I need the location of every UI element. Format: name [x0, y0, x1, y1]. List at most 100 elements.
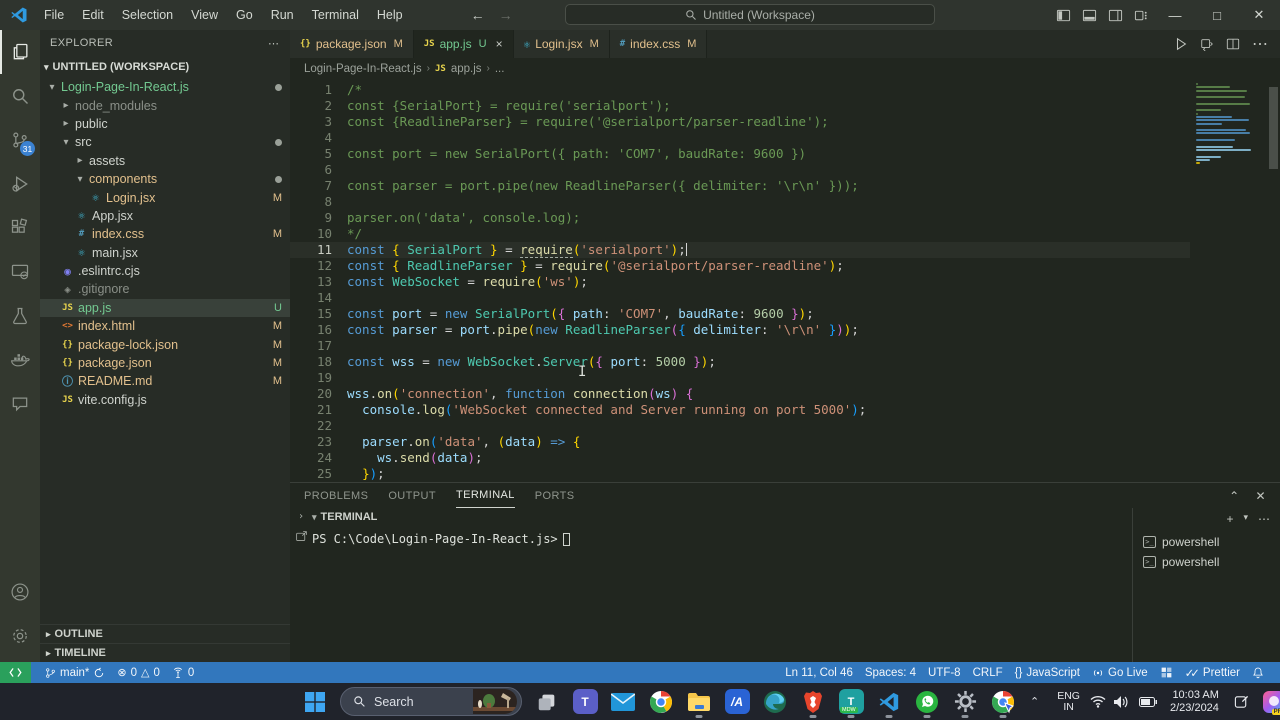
task-view-button[interactable]: [528, 685, 566, 719]
code-line-10[interactable]: 10 */: [290, 226, 1190, 242]
problems-status[interactable]: ⊗ 0 △ 0: [111, 666, 166, 680]
code-line-13[interactable]: 13 const WebSocket = require('ws');: [290, 274, 1190, 290]
tree-item-app.jsx[interactable]: ⚛ App.jsx: [40, 207, 290, 225]
browser-preview-icon[interactable]: [1154, 666, 1179, 679]
code-line-12[interactable]: 12 const { ReadlineParser } = require('@s…: [290, 258, 1190, 274]
tab-index.css[interactable]: # index.css M: [609, 30, 708, 58]
tree-item-components[interactable]: ▾ components: [40, 170, 290, 188]
tree-item-index.css[interactable]: # index.css M: [40, 225, 290, 243]
editor-scrollbar[interactable]: [1269, 79, 1278, 482]
activity-settings-icon[interactable]: [0, 614, 40, 658]
code-line-21[interactable]: 21 console.log('WebSocket connected and …: [290, 402, 1190, 418]
tree-item-assets[interactable]: ▸ assets: [40, 152, 290, 170]
start-button[interactable]: [296, 685, 334, 719]
terminal-instance-2[interactable]: >_ powershell: [1133, 552, 1280, 572]
movavi-app-icon[interactable]: /A: [718, 685, 756, 719]
timeline-section[interactable]: ▸ TIMELINE: [40, 643, 290, 662]
tree-item-package.json[interactable]: {} package.json M: [40, 354, 290, 372]
tree-item-readme.md[interactable]: ⓘ README.md M: [40, 372, 290, 390]
tab-app.js[interactable]: JS app.js U ×: [413, 30, 514, 58]
maximize-button[interactable]: □: [1196, 0, 1238, 30]
terminal-instance-1[interactable]: >_ powershell: [1133, 532, 1280, 552]
breadcrumb[interactable]: Login-Page-In-React.js › JS app.js ›...: [290, 58, 1280, 79]
teams-app-icon[interactable]: T: [566, 685, 604, 719]
maximize-panel-icon[interactable]: ⌃: [1229, 489, 1239, 503]
terminal-launch-icon[interactable]: [295, 530, 308, 543]
tab-package.json[interactable]: {} package.json M: [290, 30, 414, 58]
menu-run[interactable]: Run: [263, 5, 302, 25]
close-panel-icon[interactable]: ✕: [1256, 489, 1266, 503]
minimap[interactable]: [1196, 83, 1258, 165]
chrome-profile-app-icon[interactable]: [984, 685, 1022, 719]
remote-indicator[interactable]: [0, 662, 31, 683]
run-code-icon[interactable]: [1174, 37, 1188, 51]
mail-app-icon[interactable]: [604, 685, 642, 719]
encoding-status[interactable]: UTF-8: [922, 667, 967, 679]
code-line-14[interactable]: 14: [290, 290, 1190, 306]
tree-item-src[interactable]: ▾ src: [40, 133, 290, 151]
battery-icon[interactable]: [1136, 696, 1160, 707]
tree-item-package-lock.json[interactable]: {} package-lock.json M: [40, 335, 290, 353]
more-actions-icon[interactable]: ⋯: [1252, 34, 1268, 54]
menu-selection[interactable]: Selection: [114, 5, 181, 25]
panel-tab-problems[interactable]: PROBLEMS: [304, 483, 368, 508]
activity-testing-icon[interactable]: [0, 294, 40, 338]
menu-help[interactable]: Help: [369, 5, 411, 25]
close-button[interactable]: ✕: [1238, 0, 1280, 30]
vscode-app-icon[interactable]: [870, 685, 908, 719]
tray-overflow-chevron[interactable]: ⌃: [1022, 695, 1047, 708]
terminal-view[interactable]: ▾ TERMINAL PS C:\Code\Login-Page-In-Reac…: [312, 508, 1132, 662]
clock[interactable]: 10:03 AM 2/23/2024: [1164, 689, 1225, 715]
code-line-22[interactable]: 22: [290, 418, 1190, 434]
outline-section[interactable]: ▸ OUTLINE: [40, 624, 290, 643]
new-terminal-icon[interactable]: +: [1226, 512, 1233, 526]
forwarded-ports-status[interactable]: 0: [166, 667, 200, 679]
tab-close-icon[interactable]: ×: [496, 37, 503, 51]
taskbar-search-box[interactable]: Search: [340, 687, 522, 716]
tree-item-app.js[interactable]: JS app.js U: [40, 298, 290, 318]
menu-view[interactable]: View: [183, 5, 226, 25]
preview-app-icon[interactable]: PRE: [1262, 690, 1280, 715]
terminal-profile-chevron-icon[interactable]: ▾: [1243, 512, 1248, 526]
explorer-more-actions-icon[interactable]: ⋯: [268, 37, 280, 50]
code-line-15[interactable]: 15 const port = new SerialPort({ path: 'C…: [290, 306, 1190, 322]
code-line-5[interactable]: 5 const port = new SerialPort({ path: 'CO…: [290, 146, 1190, 162]
tree-item-index.html[interactable]: <> index.html M: [40, 317, 290, 335]
code-line-2[interactable]: 2 const {SerialPort} = require('serialpor…: [290, 98, 1190, 114]
code-line-4[interactable]: 4: [290, 130, 1190, 146]
nav-back-button[interactable]: ←: [471, 7, 485, 23]
code-line-6[interactable]: 6: [290, 162, 1190, 178]
menu-edit[interactable]: Edit: [74, 5, 112, 25]
workspace-section-header[interactable]: ▾ UNTITLED (WORKSPACE): [40, 56, 290, 78]
language-mode-status[interactable]: {} JavaScript: [1009, 667, 1086, 679]
breadcrumb-item[interactable]: ...: [495, 63, 505, 75]
cursor-position-status[interactable]: Ln 11, Col 46: [779, 667, 859, 679]
code-line-9[interactable]: 9 parser.on('data', console.log);: [290, 210, 1190, 226]
chrome-app-icon[interactable]: [642, 685, 680, 719]
tmdw-app-icon[interactable]: T MDW: [832, 685, 870, 719]
edge-app-icon[interactable]: [756, 685, 794, 719]
activity-live-share-icon[interactable]: [0, 382, 40, 426]
eol-status[interactable]: CRLF: [967, 667, 1009, 679]
breadcrumb-item[interactable]: Login-Page-In-React.js: [304, 63, 422, 75]
tree-item-node-modules[interactable]: ▸ node_modules: [40, 96, 290, 114]
menu-file[interactable]: File: [36, 5, 72, 25]
activity-docker-icon[interactable]: [0, 338, 40, 382]
code-line-18[interactable]: 18 const wss = new WebSocket.Server({ por…: [290, 354, 1190, 370]
tab-login.jsx[interactable]: ⚛ Login.jsx M: [513, 30, 610, 58]
panel-tab-ports[interactable]: PORTS: [535, 483, 575, 508]
nav-forward-button[interactable]: →: [499, 7, 513, 23]
toggle-sidebar-icon[interactable]: [1050, 0, 1076, 30]
code-line-17[interactable]: 17: [290, 338, 1190, 354]
activity-extensions-icon[interactable]: [0, 206, 40, 250]
notification-center-icon[interactable]: [1229, 694, 1254, 709]
notifications-bell[interactable]: [1246, 666, 1270, 679]
file-explorer-icon[interactable]: [680, 685, 718, 719]
code-line-25[interactable]: 25 });: [290, 466, 1190, 482]
activity-explorer-icon[interactable]: [0, 30, 40, 74]
code-line-23[interactable]: 23 parser.on('data', (data) => {: [290, 434, 1190, 450]
breadcrumb-item[interactable]: app.js: [451, 63, 482, 75]
code-line-19[interactable]: 19: [290, 370, 1190, 386]
tree-item-.eslintrc.cjs[interactable]: ◉ .eslintrc.cjs: [40, 262, 290, 280]
terminal-more-icon[interactable]: ⋯: [1258, 512, 1270, 526]
